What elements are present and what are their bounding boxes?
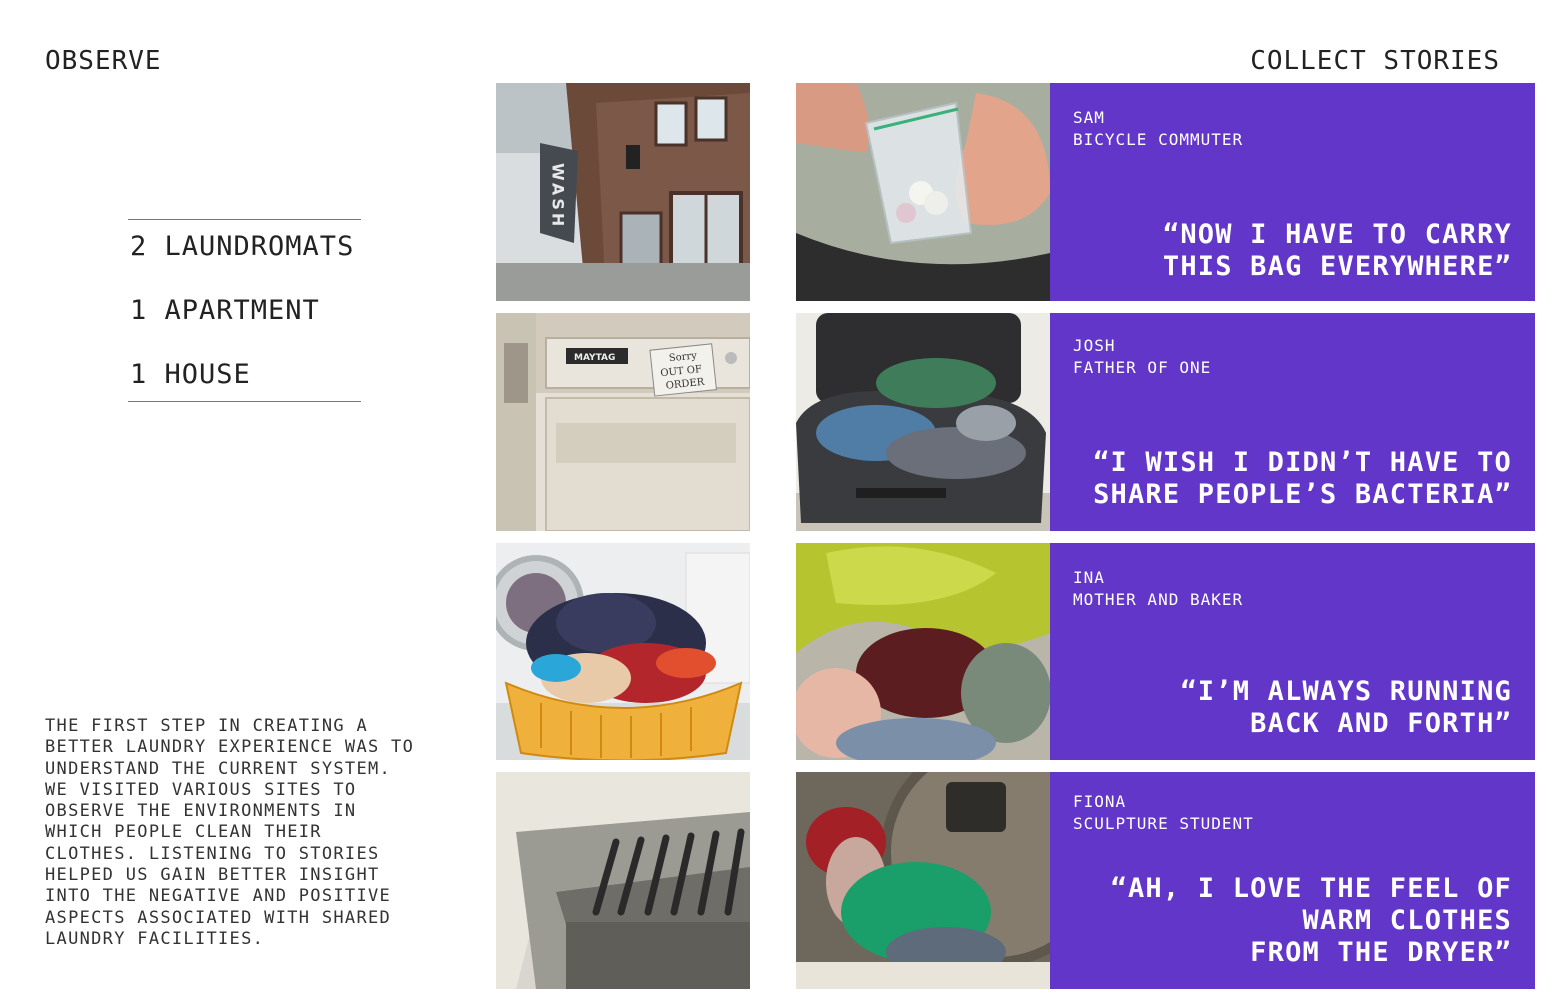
story-meta: FIONA SCULPTURE STUDENT xyxy=(1073,791,1254,835)
paragraph-line: OBSERVE THE ENVIRONMENTS IN xyxy=(45,801,357,822)
story-quote: “NOW I HAVE TO CARRY THIS BAG EVERYWHERE… xyxy=(1163,219,1512,283)
story-meta: JOSH FATHER OF ONE xyxy=(1073,335,1211,379)
story-role: MOTHER AND BAKER xyxy=(1073,590,1244,609)
paragraph-line: HELPED US GAIN BETTER INSIGHT xyxy=(45,865,380,886)
paragraph-line: LAUNDRY FACILITIES. xyxy=(45,928,265,949)
laundromat-exterior-photo: WASH xyxy=(496,83,750,301)
laundry-basket-photo xyxy=(496,543,750,760)
quote-line: “AH, I LOVE THE FEEL OF xyxy=(1110,873,1512,904)
story-card-josh: JOSH FATHER OF ONE “I WISH I DIDN’T HAVE… xyxy=(1050,313,1535,531)
story-role: FATHER OF ONE xyxy=(1073,358,1212,377)
section-title-collect-stories: COLLECT STORIES xyxy=(1250,46,1500,76)
story-name: FIONA xyxy=(1073,792,1127,811)
quote-line: “I’M ALWAYS RUNNING xyxy=(1180,676,1512,707)
story-name: INA xyxy=(1073,568,1105,587)
quote-line: “NOW I HAVE TO CARRY xyxy=(1162,219,1512,250)
suitcase-clothes-photo xyxy=(796,313,1050,531)
section-title-observe: OBSERVE xyxy=(45,46,162,76)
story-quote: “I’M ALWAYS RUNNING BACK AND FORTH” xyxy=(1180,676,1512,740)
story-card-sam: SAM BICYCLE COMMUTER “NOW I HAVE TO CARR… xyxy=(1050,83,1535,301)
site-stats: 2 LAUNDROMATS 1 APARTMENT 1 HOUSE xyxy=(128,219,361,402)
towel-pile-photo xyxy=(796,543,1050,760)
story-name: JOSH xyxy=(1073,336,1116,355)
paragraph-line: CLOTHES. LISTENING TO STORIES xyxy=(45,843,380,864)
quote-line: BACK AND FORTH” xyxy=(1250,708,1512,739)
story-quote: “AH, I LOVE THE FEEL OF WARM CLOTHES FRO… xyxy=(1111,873,1512,969)
story-meta: INA MOTHER AND BAKER xyxy=(1073,567,1243,611)
paragraph-line: WE VISITED VARIOUS SITES TO xyxy=(45,779,357,800)
story-meta: SAM BICYCLE COMMUTER xyxy=(1073,107,1243,151)
maytag-label: MAYTAG xyxy=(574,353,615,363)
paragraph-line: ASPECTS ASSOCIATED WITH SHARED xyxy=(45,907,392,928)
paragraph-line: BETTER LAUNDRY EXPERIENCE WAS TO xyxy=(45,737,415,758)
stat-laundromats: 2 LAUNDROMATS xyxy=(130,231,355,262)
quote-line: “I WISH I DIDN’T HAVE TO xyxy=(1093,447,1512,478)
story-name: SAM xyxy=(1073,108,1105,127)
broken-dryer-photo: MAYTAG Sorry OUT OF ORDER xyxy=(496,313,750,531)
story-role: BICYCLE COMMUTER xyxy=(1073,130,1244,149)
wash-sign-text: WASH xyxy=(549,163,568,229)
intro-paragraph: THE FIRST STEP IN CREATING A BETTER LAUN… xyxy=(45,716,445,950)
quote-line: WARM CLOTHES xyxy=(1302,905,1512,936)
quote-line: FROM THE DRYER” xyxy=(1250,937,1512,968)
dryer-drum-clothes-photo xyxy=(796,772,1050,989)
paragraph-line: WHICH PEOPLE CLEAN THEIR xyxy=(45,822,322,843)
story-quote: “I WISH I DIDN’T HAVE TO SHARE PEOPLE’S … xyxy=(1093,447,1512,511)
story-card-ina: INA MOTHER AND BAKER “I’M ALWAYS RUNNING… xyxy=(1050,543,1535,760)
stat-apartment: 1 APARTMENT xyxy=(130,295,320,326)
quote-line: SHARE PEOPLE’S BACTERIA” xyxy=(1093,479,1512,510)
story-role: SCULPTURE STUDENT xyxy=(1073,814,1254,833)
dryer-lint-trap-photo xyxy=(496,772,750,989)
quote-line: THIS BAG EVERYWHERE” xyxy=(1162,251,1512,282)
paragraph-line: UNDERSTAND THE CURRENT SYSTEM. xyxy=(45,758,392,779)
hands-holding-coins-photo xyxy=(796,83,1050,301)
paragraph-line: THE FIRST STEP IN CREATING A xyxy=(45,716,368,736)
stat-house: 1 HOUSE xyxy=(130,359,251,390)
paragraph-line: INTO THE NEGATIVE AND POSITIVE xyxy=(45,886,392,907)
story-card-fiona: FIONA SCULPTURE STUDENT “AH, I LOVE THE … xyxy=(1050,772,1535,989)
